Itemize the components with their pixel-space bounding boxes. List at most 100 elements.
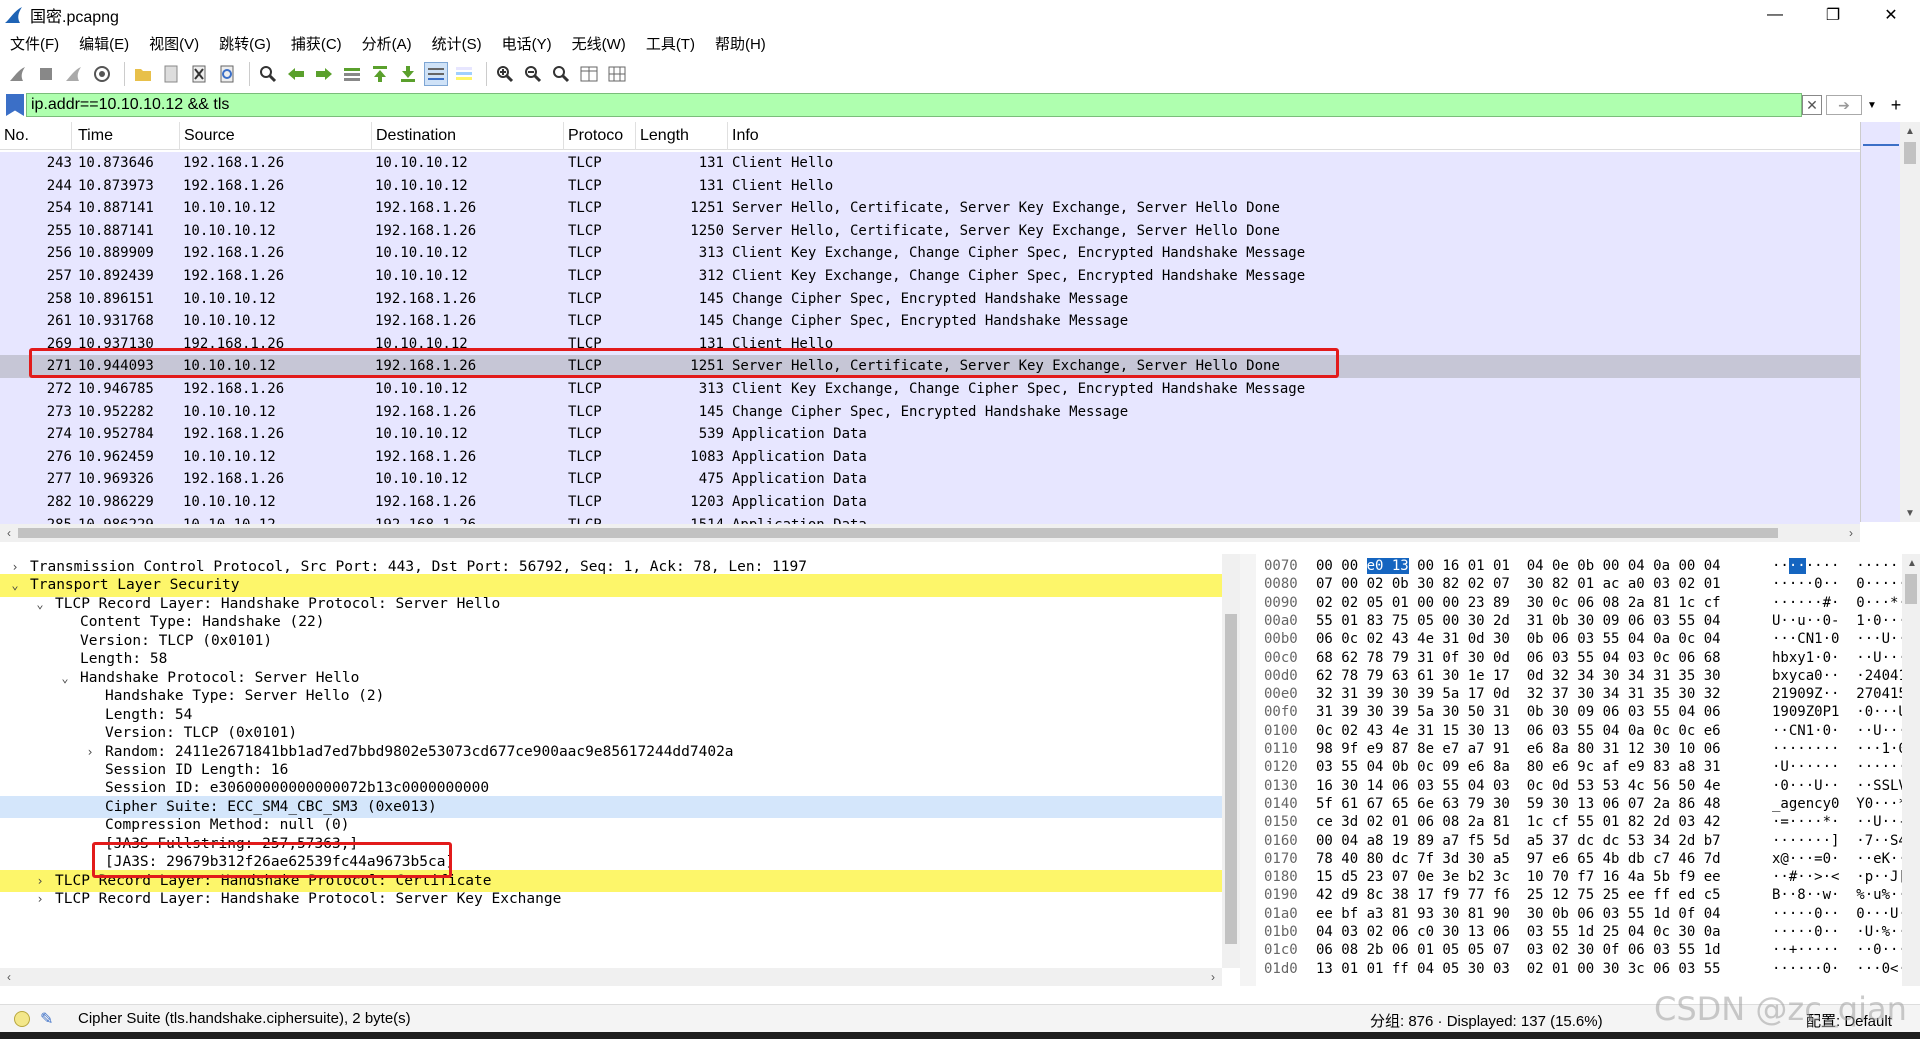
menu-view[interactable]: 视图(V) [149,33,199,54]
menu-tools[interactable]: 工具(T) [646,33,695,54]
column-header-protocol[interactable]: Protoco [564,122,636,150]
column-header-source[interactable]: Source [180,122,372,150]
zoom-out-icon[interactable] [521,62,545,86]
close-file-icon[interactable] [187,62,211,86]
hex-bytes[interactable]: 13 01 01 ff 04 05 30 03 02 01 00 30 3c 0… [1316,960,1721,979]
menu-wireless[interactable]: 无线(W) [572,33,626,54]
hex-bytes[interactable]: 06 0c 02 43 4e 31 0d 30 0b 06 03 55 04 0… [1316,630,1721,649]
hex-ascii[interactable]: B··8··w· %·u%···· [1772,886,1920,905]
packet-list-vertical-scrollbar[interactable]: ▲ ▼ [1900,122,1920,522]
hex-bytes[interactable]: 00 00 e0 13 00 16 01 01 04 0e 0b 00 04 0… [1316,557,1721,576]
packet-row[interactable]: 273 10.952282 10.10.10.12 192.168.1.26 TLCP 1… [0,400,1860,424]
scrollbar-thumb[interactable] [1904,142,1916,164]
scroll-up-chevron-icon[interactable]: ▲ [1900,122,1920,140]
hex-bytes[interactable]: ce 3d 02 01 06 08 2a 81 1c cf 55 01 82 2… [1316,813,1721,832]
bytes-vertical-scrollbar[interactable]: ▲ [1902,554,1920,986]
menu-capture[interactable]: 捕获(C) [291,33,342,54]
packet-row[interactable]: 282 10.986229 10.10.10.12 192.168.1.26 TLCP 1… [0,491,1860,514]
hex-ascii[interactable]: ··+····· ··0···U· [1772,941,1920,960]
hex-bytes[interactable]: 03 55 04 0b 0c 09 e6 8a 80 e6 9c af e9 8… [1316,758,1721,777]
packet-row[interactable]: 244 10.873973 192.168.1.26 10.10.10.12 TLCP 1… [0,174,1860,198]
hex-ascii[interactable]: ········ ···1·0·· [1772,740,1920,759]
filter-bookmark-icon[interactable] [6,94,24,116]
hex-bytes[interactable]: 55 01 83 75 05 00 30 2d 31 0b 30 09 06 0… [1316,612,1721,631]
go-back-arrow-icon[interactable] [284,62,308,86]
hex-bytes[interactable]: 15 d5 23 07 0e 3e b2 3c 10 70 f7 16 4a 5… [1316,868,1721,887]
column-header-info[interactable]: Info [728,122,1860,150]
menu-go[interactable]: 跳转(G) [219,33,271,54]
hex-bytes[interactable]: 32 31 39 30 39 5a 17 0d 32 37 30 34 31 3… [1316,685,1721,704]
hex-ascii[interactable]: ·=····*· ··U··-·B [1772,813,1920,832]
column-header-no[interactable]: No. [0,122,72,150]
hex-ascii[interactable]: 21909Z·· 27041502 [1772,685,1920,704]
filter-history-chevron-down-icon[interactable]: ▼ [1864,95,1880,115]
menu-statistics[interactable]: 统计(S) [432,33,482,54]
hex-bytes[interactable]: 5f 61 67 65 6e 63 79 30 59 30 13 06 07 2… [1316,795,1721,814]
column-header-destination[interactable]: Destination [372,122,564,150]
scroll-up-chevron-icon[interactable]: ▲ [1902,554,1920,572]
hex-bytes[interactable]: 98 9f e9 87 8e e7 a7 91 e6 8a 80 31 12 3… [1316,740,1721,759]
go-to-packet-icon[interactable] [340,62,364,86]
menu-edit[interactable]: 编辑(E) [79,33,129,54]
packet-row[interactable]: 256 10.889909 192.168.1.26 10.10.10.12 TLCP 3… [0,242,1860,265]
packet-row[interactable]: 255 10.887141 10.10.10.12 192.168.1.26 TLCP 1… [0,219,1860,243]
hex-ascii[interactable]: ·····0·· 0···U··· [1772,905,1920,924]
details-horizontal-scrollbar[interactable]: ‹ › [0,968,1222,986]
capture-options-gear-icon[interactable] [90,62,114,86]
hex-ascii[interactable]: ·U······ ·······1 [1772,758,1920,777]
packet-row[interactable]: 272 10.946785 192.168.1.26 10.10.10.12 TLCP 3… [0,378,1860,401]
hex-ascii[interactable]: hbxy1·0· ··U····h [1772,649,1920,668]
hex-bytes[interactable]: 16 30 14 06 03 55 04 03 0c 0d 53 53 4c 5… [1316,777,1721,796]
packet-list-horizontal-scrollbar[interactable]: ‹ › [0,524,1860,542]
start-capture-fin-icon[interactable] [6,62,30,86]
stop-capture-icon[interactable] [34,62,58,86]
reload-file-icon[interactable] [215,62,239,86]
maximize-button[interactable]: ❐ [1804,0,1862,30]
details-vertical-scrollbar[interactable] [1222,554,1240,968]
hex-bytes[interactable]: 07 00 02 0b 30 82 02 07 30 82 01 ac a0 0… [1316,575,1721,594]
packet-row[interactable]: 258 10.896151 10.10.10.12 192.168.1.26 TLCP 1… [0,287,1860,311]
scroll-right-chevron-icon[interactable]: › [1204,968,1222,986]
open-file-folder-icon[interactable] [131,62,155,86]
packet-row[interactable]: 274 10.952784 192.168.1.26 10.10.10.12 TLCP 5… [0,423,1860,446]
save-file-icon[interactable] [159,62,183,86]
menu-file[interactable]: 文件(F) [10,33,59,54]
edit-capture-comment-icon[interactable]: ✎ [40,1009,53,1029]
hex-ascii[interactable]: _agency0 Y0···*·H [1772,795,1920,814]
close-button[interactable]: ✕ [1862,0,1920,30]
pane-splitter[interactable] [1240,554,1256,986]
restart-capture-icon[interactable] [62,62,86,86]
menu-telephony[interactable]: 电话(Y) [502,33,552,54]
column-header-time[interactable]: Time [74,122,180,150]
packet-row[interactable]: 276 10.962459 10.10.10.12 192.168.1.26 TLCP 1… [0,445,1860,469]
hex-ascii[interactable]: ······#· 0···*··· [1772,594,1920,613]
display-filter-input[interactable]: ip.addr==10.10.10.12 && tls [26,93,1802,117]
hex-ascii[interactable]: ··CN1·0· ··U····· [1772,722,1920,741]
hex-ascii[interactable]: U··u··0- 1·0···U· [1772,612,1920,631]
packet-row[interactable]: 285 10.986229 10.10.10.12 192.168.1.26 TLCP 1… [0,513,1860,524]
hex-bytes[interactable]: 00 04 a8 19 89 a7 f5 5d a5 37 dc dc 53 3… [1316,832,1721,851]
hex-bytes[interactable]: 78 40 80 dc 7f 3d 30 a5 97 e6 65 4b db c… [1316,850,1721,869]
scrollbar-thumb[interactable] [1905,574,1917,604]
minimize-button[interactable]: — [1746,0,1804,30]
scroll-down-chevron-icon[interactable]: ▼ [1900,504,1920,522]
hex-bytes[interactable]: 42 d9 8c 38 17 f9 77 f6 25 12 75 25 ee f… [1316,886,1721,905]
add-filter-button[interactable]: + [1884,93,1908,117]
zoom-in-icon[interactable] [493,62,517,86]
colorize-list-icon[interactable] [452,62,476,86]
packet-row[interactable]: 254 10.887141 10.10.10.12 192.168.1.26 TLCP 1… [0,197,1860,220]
scroll-left-chevron-icon[interactable]: ‹ [0,968,18,986]
go-last-packet-icon[interactable] [396,62,420,86]
column-header-length[interactable]: Length [636,122,728,150]
scrollbar-thumb[interactable] [1225,614,1237,944]
menu-help[interactable]: 帮助(H) [715,33,766,54]
zoom-normal-icon[interactable] [549,62,573,86]
hex-bytes[interactable]: 02 02 05 01 00 00 23 89 30 0c 06 08 2a 8… [1316,594,1721,613]
hex-bytes[interactable]: 62 78 79 63 61 30 1e 17 0d 32 34 30 34 3… [1316,667,1721,686]
find-packet-search-icon[interactable] [256,62,280,86]
go-first-packet-icon[interactable] [368,62,392,86]
packet-row[interactable]: 257 10.892439 192.168.1.26 10.10.10.12 TLCP 3… [0,265,1860,288]
hex-bytes[interactable]: 0c 02 43 4e 31 15 30 13 06 03 55 04 0a 0… [1316,722,1721,741]
packet-row[interactable]: 243 10.873646 192.168.1.26 10.10.10.12 TLCP 1… [0,152,1860,175]
resize-columns-icon[interactable] [577,62,601,86]
